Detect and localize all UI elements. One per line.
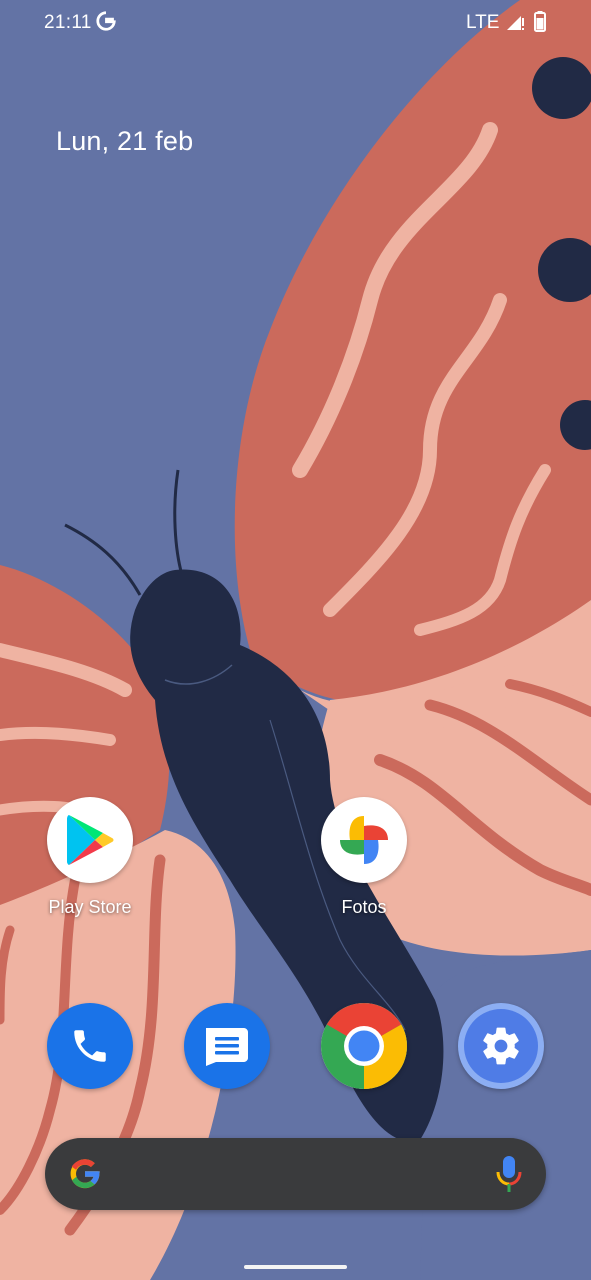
photos-label: Fotos	[341, 897, 387, 917]
play-store-label: Play Store	[48, 897, 132, 917]
microphone-icon[interactable]	[494, 1154, 524, 1194]
gesture-nav-handle[interactable]	[244, 1265, 347, 1269]
home-screen: 21:11 LTE Lun, 21 feb Play Store Fotos	[0, 0, 591, 1280]
google-g-icon	[96, 11, 116, 31]
settings-gear-icon[interactable]	[458, 1003, 544, 1089]
battery-icon	[534, 11, 546, 32]
phone-icon[interactable]	[47, 1003, 133, 1089]
google-search-bar[interactable]	[45, 1138, 546, 1210]
status-time: 21:11	[44, 12, 92, 33]
photos-icon[interactable]	[321, 797, 407, 883]
date-widget[interactable]: Lun, 21 feb	[56, 126, 193, 157]
play-store-icon[interactable]	[47, 797, 133, 883]
photos-app[interactable]: Fotos	[304, 797, 424, 918]
network-type: LTE	[466, 12, 500, 33]
signal-icon	[507, 16, 524, 30]
status-bar: 21:11 LTE	[0, 0, 591, 46]
chrome-icon[interactable]	[321, 1003, 407, 1089]
messages-icon[interactable]	[184, 1003, 270, 1089]
google-g-icon[interactable]	[67, 1156, 103, 1192]
play-store-app[interactable]: Play Store	[30, 797, 150, 918]
